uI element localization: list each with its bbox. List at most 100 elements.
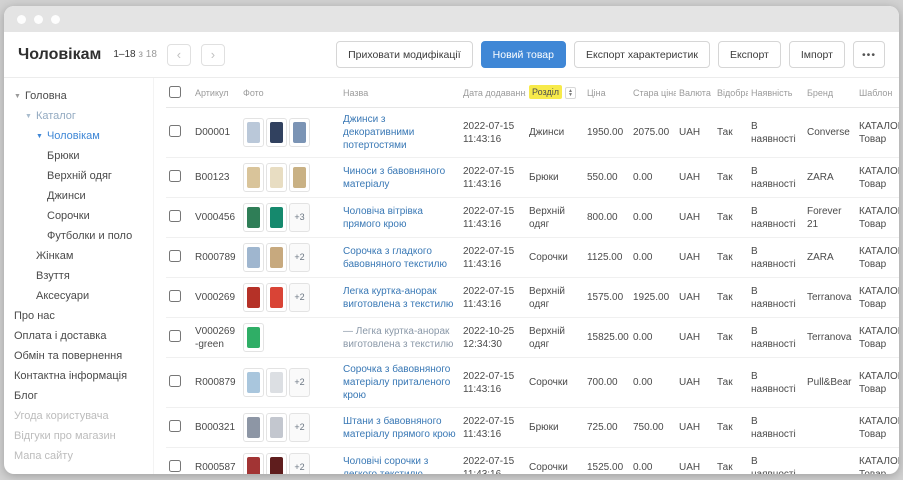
product-photo[interactable] bbox=[243, 118, 264, 147]
sidebar-item[interactable]: Верхній одяг bbox=[12, 166, 153, 186]
product-photo[interactable] bbox=[266, 243, 287, 272]
product-photo[interactable] bbox=[289, 118, 310, 147]
sidebar-item[interactable]: Взуття bbox=[12, 266, 153, 286]
row-checkbox[interactable] bbox=[169, 125, 181, 137]
product-name-link[interactable]: Джинси з декоративними потертостями bbox=[343, 113, 457, 152]
column-header[interactable]: Валюта bbox=[676, 78, 714, 108]
more-photos-badge[interactable]: +2 bbox=[289, 413, 310, 442]
sidebar-item[interactable]: Брюки bbox=[12, 146, 153, 166]
sidebar-item[interactable]: Про нас bbox=[12, 306, 153, 326]
row-checkbox[interactable] bbox=[169, 290, 181, 302]
sidebar-item[interactable]: Футболки и поло bbox=[12, 226, 153, 246]
cell-old-price: 0.00 bbox=[630, 158, 676, 198]
export-characteristics-button[interactable]: Експорт характеристик bbox=[574, 41, 710, 68]
content-area: ▼Головна▼Каталог▼ЧоловікамБрюкиВерхній о… bbox=[4, 78, 899, 474]
product-photo[interactable] bbox=[266, 203, 287, 232]
cell-date: 2022-07-15 11:43:16 bbox=[460, 108, 526, 158]
sidebar-item[interactable]: Відгуки про магазин bbox=[12, 426, 153, 446]
row-checkbox[interactable] bbox=[169, 170, 181, 182]
app-window: Чоловікам 1–18 з 18 ‹ › Приховати модифі… bbox=[4, 6, 899, 474]
sidebar-item[interactable]: ▼Каталог bbox=[12, 106, 153, 126]
product-photo[interactable] bbox=[243, 283, 264, 312]
sort-icon[interactable]: ▲▼ bbox=[565, 87, 576, 99]
sidebar-item[interactable]: ▼Чоловікам bbox=[12, 126, 153, 146]
more-photos-badge[interactable]: +2 bbox=[289, 283, 310, 312]
product-name-link[interactable]: Сорочка з бавовняного матеріалу притален… bbox=[343, 363, 457, 402]
new-product-button[interactable]: Новий товар bbox=[481, 41, 566, 68]
export-button[interactable]: Експорт bbox=[718, 41, 781, 68]
window-minimize-button[interactable] bbox=[34, 15, 43, 24]
next-page-button[interactable]: › bbox=[201, 44, 225, 66]
sidebar-item[interactable]: Аксесуари bbox=[12, 286, 153, 306]
column-header[interactable]: Артикул bbox=[192, 78, 240, 108]
cell-brand bbox=[804, 448, 856, 475]
more-photos-badge[interactable]: +2 bbox=[289, 243, 310, 272]
product-photo[interactable] bbox=[243, 413, 264, 442]
product-photo[interactable] bbox=[243, 243, 264, 272]
cell-price: 800.00 bbox=[584, 198, 630, 238]
sidebar-item[interactable]: Контактна інформація bbox=[12, 366, 153, 386]
more-photos-badge[interactable]: +2 bbox=[289, 453, 310, 474]
column-header[interactable]: Назва bbox=[340, 78, 460, 108]
cell-template: КАТАЛОГ: Товар bbox=[856, 358, 899, 408]
sidebar-item[interactable]: Оплата і доставка bbox=[12, 326, 153, 346]
product-name-link[interactable]: — Легка куртка-анорак виготовлена з текс… bbox=[343, 325, 457, 351]
column-header[interactable]: Стара ціна bbox=[630, 78, 676, 108]
product-name-link[interactable]: Легка куртка-анорак виготовлена з тексти… bbox=[343, 285, 457, 311]
sidebar-item[interactable]: Джинси bbox=[12, 186, 153, 206]
prev-page-button[interactable]: ‹ bbox=[167, 44, 191, 66]
more-photos-badge[interactable]: +2 bbox=[289, 368, 310, 397]
select-all-checkbox[interactable] bbox=[169, 86, 181, 98]
sidebar-item[interactable]: Сорочки bbox=[12, 206, 153, 226]
cell-section: Брюки bbox=[526, 408, 584, 448]
sidebar-item[interactable]: ▼Головна bbox=[12, 86, 153, 106]
column-header[interactable]: Ціна bbox=[584, 78, 630, 108]
product-name-link[interactable]: Чоловіча вітрівка прямого крою bbox=[343, 205, 457, 231]
row-checkbox[interactable] bbox=[169, 375, 181, 387]
row-checkbox[interactable] bbox=[169, 250, 181, 262]
product-photo[interactable] bbox=[266, 413, 287, 442]
sidebar-item[interactable]: Блог bbox=[12, 386, 153, 406]
product-photo[interactable] bbox=[266, 283, 287, 312]
row-checkbox[interactable] bbox=[169, 420, 181, 432]
column-header[interactable]: Шаблон bbox=[856, 78, 899, 108]
column-header[interactable]: Відображати bbox=[714, 78, 748, 108]
row-checkbox[interactable] bbox=[169, 210, 181, 222]
cell-name: Чоловічі сорочки з легкого текстилю bbox=[340, 448, 460, 475]
sidebar-item[interactable]: Угода користувача bbox=[12, 406, 153, 426]
product-name-link[interactable]: Чоловічі сорочки з легкого текстилю bbox=[343, 455, 457, 475]
product-photo[interactable] bbox=[243, 203, 264, 232]
product-name-link[interactable]: Чиноси з бавовняного матеріалу bbox=[343, 165, 457, 191]
more-photos-badge[interactable]: +3 bbox=[289, 203, 310, 232]
column-header[interactable]: Дата додавання bbox=[460, 78, 526, 108]
more-actions-button[interactable]: ••• bbox=[853, 41, 885, 68]
row-checkbox[interactable] bbox=[169, 330, 181, 342]
cell-old-price: 0.00 bbox=[630, 198, 676, 238]
row-checkbox[interactable] bbox=[169, 460, 181, 472]
column-header[interactable]: Наявність bbox=[748, 78, 804, 108]
column-header[interactable]: Фото bbox=[240, 78, 340, 108]
product-photo[interactable] bbox=[243, 323, 264, 352]
product-photo[interactable] bbox=[266, 163, 287, 192]
column-header[interactable]: Бренд bbox=[804, 78, 856, 108]
window-close-button[interactable] bbox=[17, 15, 26, 24]
hide-modifications-button[interactable]: Приховати модифікації bbox=[336, 41, 473, 68]
column-header-section[interactable]: Розділ▲▼ bbox=[526, 78, 584, 108]
product-photo[interactable] bbox=[289, 163, 310, 192]
product-photo[interactable] bbox=[243, 368, 264, 397]
cell-brand bbox=[804, 408, 856, 448]
product-photo[interactable] bbox=[266, 118, 287, 147]
product-photo[interactable] bbox=[266, 453, 287, 474]
sidebar-item[interactable]: Мапа сайту bbox=[12, 446, 153, 466]
sidebar-item[interactable]: Обмін та повернення bbox=[12, 346, 153, 366]
import-button[interactable]: Імпорт bbox=[789, 41, 845, 68]
cell-display: Так bbox=[714, 408, 748, 448]
product-name-link[interactable]: Сорочка з гладкого бавовняного текстилю bbox=[343, 245, 457, 271]
pagination-total: з 18 bbox=[138, 49, 157, 60]
product-photo[interactable] bbox=[266, 368, 287, 397]
window-zoom-button[interactable] bbox=[51, 15, 60, 24]
product-photo[interactable] bbox=[243, 453, 264, 474]
product-photo[interactable] bbox=[243, 163, 264, 192]
product-name-link[interactable]: Штани з бавовняного матеріалу прямого кр… bbox=[343, 415, 457, 441]
sidebar-item[interactable]: Жінкам bbox=[12, 246, 153, 266]
